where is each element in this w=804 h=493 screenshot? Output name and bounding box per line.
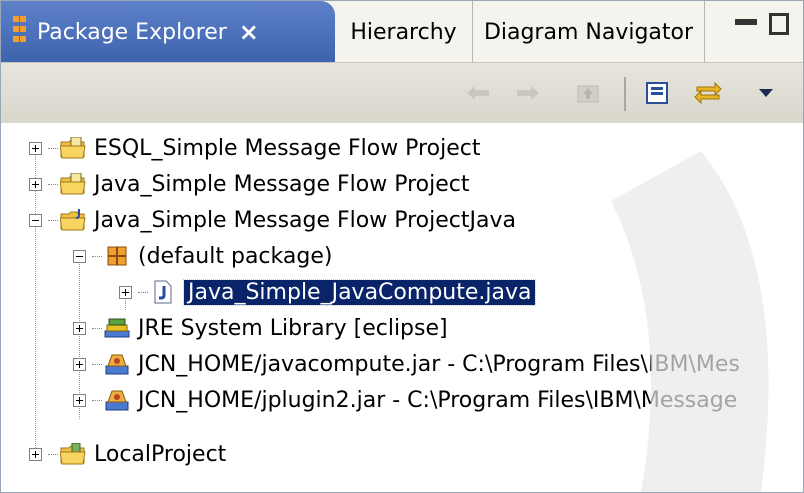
collapse-all-icon[interactable] [641, 77, 673, 109]
tab-diagram-navigator-label: Diagram Navigator [483, 19, 694, 45]
tree-item-label: Java_Simple Message Flow ProjectJava [94, 207, 516, 233]
expand-icon[interactable] [119, 285, 132, 299]
window-controls [735, 13, 789, 35]
package-explorer-icon [13, 16, 27, 48]
java-file-icon [150, 279, 176, 305]
tab-package-explorer-label: Package Explorer [37, 19, 227, 45]
minimize-icon[interactable] [735, 19, 757, 25]
collapse-icon[interactable] [29, 213, 42, 227]
expand-icon[interactable] [73, 357, 86, 371]
tree-item-esql-project[interactable]: ESQL_Simple Message Flow Project [29, 130, 480, 166]
expand-icon[interactable] [29, 141, 42, 155]
tree-item-label: Java_Simple Message Flow Project [94, 171, 470, 197]
close-icon[interactable]: × [239, 18, 259, 46]
back-icon[interactable] [463, 77, 493, 109]
tree-item-label: Java_Simple_JavaCompute.java [182, 278, 537, 306]
tree-item-local-project[interactable]: LocalProject [29, 436, 226, 472]
tree-item-javacompute-jar[interactable]: JCN_HOME/javacompute.jar - C:\Program Fi… [73, 346, 740, 382]
toolbar-divider [624, 77, 626, 111]
tree-item-java-file[interactable]: Java_Simple_JavaCompute.java [119, 274, 537, 310]
jar-icon [104, 387, 130, 413]
expand-icon[interactable] [73, 321, 86, 335]
tree-item-label: ESQL_Simple Message Flow Project [94, 135, 481, 161]
view-toolbar [1, 63, 803, 123]
forward-icon[interactable] [513, 77, 543, 109]
project-folder-icon [60, 171, 86, 197]
tree-item-label: JCN_HOME/javacompute.jar - C:\Program Fi… [138, 351, 740, 377]
view-tab-strip: Package Explorer × Hierarchy Diagram Nav… [1, 1, 803, 63]
link-with-editor-icon[interactable] [691, 77, 725, 109]
tree-item-jre-library[interactable]: JRE System Library [eclipse] [73, 310, 448, 346]
up-icon[interactable] [573, 77, 603, 109]
tab-diagram-navigator[interactable]: Diagram Navigator [473, 1, 705, 63]
package-explorer-view: Package Explorer × Hierarchy Diagram Nav… [0, 0, 804, 493]
tree-item-default-package[interactable]: (default package) [73, 238, 332, 274]
tree-item-label: JCN_HOME/jplugin2.jar - C:\Program Files… [138, 387, 738, 413]
library-icon [104, 315, 130, 341]
java-project-icon [60, 207, 86, 233]
tab-hierarchy[interactable]: Hierarchy [335, 1, 473, 63]
tree-item-label: JRE System Library [eclipse] [138, 315, 448, 341]
project-folder-icon [60, 135, 86, 161]
collapse-icon[interactable] [73, 249, 86, 263]
expand-icon[interactable] [29, 177, 42, 191]
tree-item-jplugin2-jar[interactable]: JCN_HOME/jplugin2.jar - C:\Program Files… [73, 382, 737, 418]
view-menu-icon[interactable] [753, 77, 779, 109]
package-icon [104, 243, 130, 269]
tree-item-java-project-java[interactable]: Java_Simple Message Flow ProjectJava [29, 202, 516, 238]
tab-package-explorer[interactable]: Package Explorer × [1, 1, 335, 63]
project-folder-icon [60, 441, 86, 467]
tree-item-label: LocalProject [94, 441, 227, 467]
tree-item-java-project[interactable]: Java_Simple Message Flow Project [29, 166, 469, 202]
expand-icon[interactable] [73, 393, 86, 407]
project-tree: ESQL_Simple Message Flow Project Java_Si… [1, 123, 803, 492]
tree-item-label: (default package) [138, 243, 333, 269]
tab-hierarchy-label: Hierarchy [350, 19, 457, 45]
maximize-icon[interactable] [769, 13, 789, 35]
jar-icon [104, 351, 130, 377]
expand-icon[interactable] [29, 447, 42, 461]
